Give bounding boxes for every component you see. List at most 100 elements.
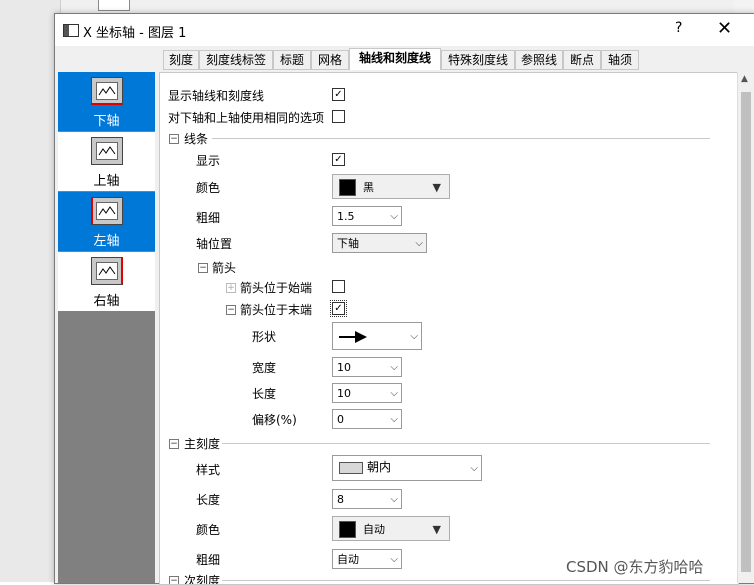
arrow-offset-value: 0 <box>337 413 344 426</box>
axis-position-label: 轴位置 <box>196 237 233 251</box>
arrow-length-label: 长度 <box>252 387 277 401</box>
chevron-down-icon: ⌵ <box>390 388 398 399</box>
chevron-down-icon: ⌵ <box>410 331 418 342</box>
line-color-dropdown[interactable]: 黑 ▼ <box>332 174 450 199</box>
line-thickness-label: 粗细 <box>196 211 221 225</box>
tick-thickness-dropdown[interactable]: 自动 ⌵ <box>332 549 402 569</box>
background-tab <box>98 0 130 11</box>
tick-color-label: 颜色 <box>196 523 221 537</box>
window-title: X 坐标轴 - 图层 1 <box>83 26 187 41</box>
tick-style-value: 朝内 <box>367 460 392 474</box>
tab-scale[interactable]: 刻度 <box>163 50 199 70</box>
tab-title[interactable]: 标题 <box>273 50 311 70</box>
axis-item-right[interactable]: 右轴 <box>58 252 155 311</box>
arrow-start-checkbox[interactable] <box>332 280 345 293</box>
tab-grid[interactable]: 网格 <box>311 50 349 70</box>
axis-item-label: 下轴 <box>93 114 120 129</box>
color-swatch <box>339 521 356 538</box>
tick-length-dropdown[interactable]: 8 ⌵ <box>332 489 402 509</box>
axis-left-icon <box>91 197 123 225</box>
line-show-checkbox[interactable]: ✓ <box>332 153 345 166</box>
show-axis-ticks-checkbox[interactable]: ✓ <box>332 88 345 101</box>
chevron-down-icon: ⌵ <box>390 554 398 565</box>
tab-rug[interactable]: 轴须 <box>601 50 639 70</box>
line-section-divider <box>212 138 710 139</box>
tick-color-value: 自动 <box>363 523 385 536</box>
tick-style-dropdown[interactable]: 朝内 ⌵ <box>332 455 482 481</box>
arrow-start-label: 箭头位于始端 <box>240 281 313 295</box>
arrow-width-label: 宽度 <box>252 361 277 375</box>
tick-style-label: 样式 <box>196 463 221 477</box>
line-color-value: 黑 <box>363 181 374 194</box>
close-button[interactable]: ✕ <box>717 18 732 39</box>
tick-length-label: 长度 <box>196 493 221 507</box>
major-ticks-divider <box>222 443 710 444</box>
axis-position-value: 下轴 <box>337 237 359 250</box>
tick-thickness-label: 粗细 <box>196 553 221 567</box>
arrow-offset-label: 偏移(%) <box>252 413 297 427</box>
line-section-collapse-icon[interactable]: − <box>169 134 179 144</box>
chevron-down-icon: ⌵ <box>415 238 423 249</box>
tab-breaks[interactable]: 断点 <box>563 50 601 70</box>
dropdown-arrow-icon: ▼ <box>432 523 441 536</box>
arrow-section-title: 箭头 <box>212 261 237 275</box>
tab-axis-line-ticks[interactable]: 轴线和刻度线 <box>349 48 441 70</box>
tab-reference-lines[interactable]: 参照线 <box>515 50 563 70</box>
axis-bottom-icon <box>91 77 123 105</box>
tick-color-dropdown[interactable]: 自动 ▼ <box>332 516 450 541</box>
arrow-section-collapse-icon[interactable]: − <box>198 263 208 273</box>
arrow-shape-label: 形状 <box>252 330 277 344</box>
tick-length-value: 8 <box>337 493 344 506</box>
axis-item-label: 左轴 <box>93 234 120 249</box>
panel-scrollbar[interactable]: ▲ <box>737 72 754 583</box>
axis-item-left[interactable]: 左轴 <box>58 192 155 251</box>
show-axis-ticks-label: 显示轴线和刻度线 <box>168 89 265 103</box>
axis-top-icon <box>91 137 123 165</box>
scroll-up-icon[interactable]: ▲ <box>741 74 748 84</box>
tick-thickness-value: 自动 <box>337 553 359 566</box>
arrow-width-dropdown[interactable]: 10 ⌵ <box>332 357 402 377</box>
axis-item-bottom[interactable]: 下轴 <box>58 72 155 131</box>
line-section-title: 线条 <box>184 132 209 146</box>
arrow-length-dropdown[interactable]: 10 ⌵ <box>332 383 402 403</box>
same-options-checkbox[interactable] <box>332 110 345 123</box>
major-ticks-collapse-icon[interactable]: − <box>169 439 179 449</box>
same-options-label: 对下轴和上轴使用相同的选项 <box>168 111 325 125</box>
major-ticks-title: 主刻度 <box>184 437 221 451</box>
help-button[interactable]: ? <box>675 20 682 36</box>
minor-ticks-divider <box>222 580 710 581</box>
arrow-width-value: 10 <box>337 361 351 374</box>
axis-list: 下轴 上轴 左轴 右轴 <box>58 72 155 583</box>
arrow-start-expand-icon[interactable]: + <box>226 283 236 293</box>
chevron-down-icon: ⌵ <box>390 211 398 222</box>
arrow-offset-dropdown[interactable]: 0 ⌵ <box>332 409 402 429</box>
chevron-down-icon: ⌵ <box>390 494 398 505</box>
arrow-length-value: 10 <box>337 387 351 400</box>
arrow-right-icon <box>339 330 367 350</box>
axis-item-label: 右轴 <box>93 294 120 309</box>
arrow-end-label: 箭头位于末端 <box>240 303 313 317</box>
axis-item-top[interactable]: 上轴 <box>58 132 155 191</box>
background-panel <box>0 0 61 582</box>
line-thickness-dropdown[interactable]: 1.5 ⌵ <box>332 206 402 226</box>
minor-ticks-title: 次刻度 <box>184 574 221 585</box>
axis-right-icon <box>91 257 123 285</box>
watermark: CSDN @东方豹哈哈 <box>566 558 704 576</box>
dropdown-arrow-icon: ▼ <box>432 181 441 194</box>
color-swatch <box>339 179 356 196</box>
arrow-end-checkbox[interactable]: ✓ <box>330 300 347 317</box>
chevron-down-icon: ⌵ <box>470 463 478 474</box>
arrow-shape-dropdown[interactable]: ⌵ <box>332 322 422 350</box>
axis-dialog: X 坐标轴 - 图层 1 ? ✕ 刻度 刻度线标签 标题 网格 轴线和刻度线 特… <box>54 13 754 585</box>
scrollbar-thumb[interactable] <box>741 92 751 572</box>
window-icon <box>63 24 79 37</box>
axis-position-dropdown[interactable]: 下轴 ⌵ <box>332 233 427 253</box>
tab-special-ticks[interactable]: 特殊刻度线 <box>441 50 515 70</box>
minor-ticks-collapse-icon[interactable]: − <box>169 576 179 584</box>
settings-panel: 显示轴线和刻度线 ✓ 对下轴和上轴使用相同的选项 − 线条 显示 ✓ 颜色 黑 … <box>159 72 739 585</box>
arrow-end-collapse-icon[interactable]: − <box>226 305 236 315</box>
tab-tick-labels[interactable]: 刻度线标签 <box>199 50 273 70</box>
chevron-down-icon: ⌵ <box>390 414 398 425</box>
line-show-label: 显示 <box>196 154 221 168</box>
axis-item-label: 上轴 <box>93 174 120 189</box>
